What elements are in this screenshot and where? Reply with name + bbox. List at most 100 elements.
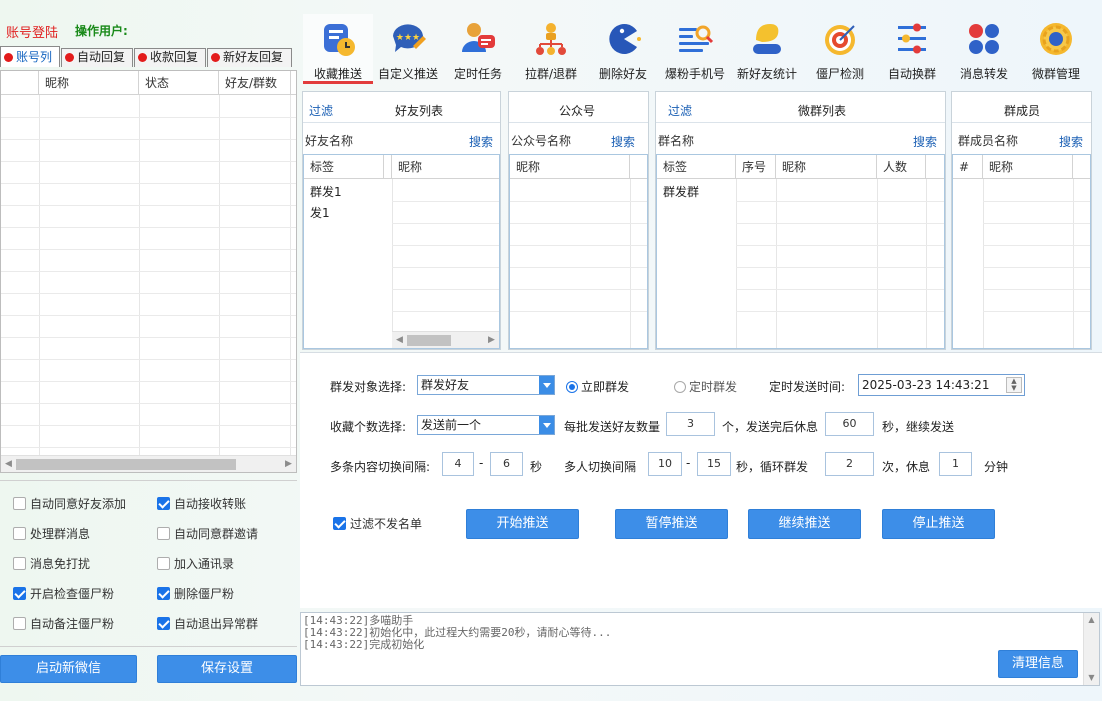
tab-payment-reply[interactable]: 收款回复: [134, 48, 206, 67]
groups-table[interactable]: 标签 序号 昵称 人数 群发群: [656, 154, 945, 349]
option-auto-receive-transfer[interactable]: 自动接收转账: [157, 497, 246, 511]
checkbox[interactable]: [157, 557, 170, 570]
checkbox[interactable]: [13, 497, 26, 510]
save-settings-button[interactable]: 保存设置: [157, 655, 297, 683]
friend-row-label[interactable]: 群发1: [310, 183, 342, 200]
chevron-down-icon[interactable]: [539, 416, 554, 434]
tool-scheduled-task[interactable]: 定时任务: [443, 14, 513, 84]
tool-auto-switch-group[interactable]: 自动换群: [877, 14, 947, 84]
table-row[interactable]: [1, 381, 296, 382]
friends-table[interactable]: 标签 昵称 群发1 发1 ◀ ▶: [303, 154, 500, 349]
table-row[interactable]: [1, 447, 296, 448]
column-header-tag[interactable]: 标签: [657, 155, 736, 179]
table-row[interactable]: [1, 293, 296, 294]
send-scheduled-radio[interactable]: 定时群发: [674, 378, 737, 395]
table-row[interactable]: [1, 183, 296, 184]
tool-group-pull[interactable]: 拉群/退群: [516, 14, 586, 84]
table-row[interactable]: [1, 271, 296, 272]
table-row[interactable]: [1, 249, 296, 250]
members-table[interactable]: # 昵称: [952, 154, 1091, 349]
group-row-label[interactable]: 群发群: [663, 183, 699, 200]
column-header-index[interactable]: 序号: [736, 155, 776, 179]
column-header-member-count[interactable]: 人数: [877, 155, 926, 179]
column-header-nickname[interactable]: 昵称: [39, 71, 139, 95]
groups-filter-link[interactable]: 过滤: [668, 102, 692, 119]
table-row[interactable]: [1, 337, 296, 338]
column-header-nickname[interactable]: 昵称: [392, 155, 499, 179]
friends-search-button[interactable]: 搜索: [469, 133, 493, 150]
table-row[interactable]: [1, 117, 296, 118]
log-panel[interactable]: [14:43:22]多喵助手 [14:43:22]初始化中，此过程大约需要20秒…: [300, 612, 1100, 686]
checkbox[interactable]: [157, 587, 170, 600]
scroll-up-icon[interactable]: ▲: [1084, 613, 1099, 627]
option-handle-group-msg[interactable]: 处理群消息: [13, 527, 90, 541]
send-now-radio[interactable]: 立即群发: [566, 378, 629, 395]
checkbox[interactable]: [13, 557, 26, 570]
column-header-status[interactable]: 状态: [139, 71, 219, 95]
tool-message-forward[interactable]: 消息转发: [949, 14, 1019, 84]
table-row[interactable]: [1, 139, 296, 140]
column-header-friend-group-count[interactable]: 好友/群数: [219, 71, 291, 95]
tool-custom-push[interactable]: ★★★ 自定义推送: [373, 14, 443, 84]
radio-button[interactable]: [566, 381, 578, 393]
batch-count-input[interactable]: 3: [666, 412, 715, 436]
start-new-wechat-button[interactable]: 启动新微信: [0, 655, 137, 683]
column-header-index[interactable]: #: [953, 155, 983, 179]
friends-filter-link[interactable]: 过滤: [309, 102, 333, 119]
chevron-down-icon[interactable]: [539, 376, 554, 394]
table-row[interactable]: [1, 227, 296, 228]
tool-phone-search[interactable]: 爆粉手机号: [660, 14, 730, 84]
login-label[interactable]: 账号登陆: [6, 22, 58, 41]
account-table[interactable]: 昵称 状态 好友/群数 ◀ ▶: [0, 70, 297, 473]
option-auto-accept-friend[interactable]: 自动同意好友添加: [13, 497, 126, 511]
stop-push-button[interactable]: 停止推送: [882, 509, 995, 539]
tool-new-friend-stats[interactable]: 新好友统计: [732, 14, 802, 84]
filter-blacklist-checkbox[interactable]: 过滤不发名单: [333, 517, 422, 531]
column-header-nickname[interactable]: 昵称: [510, 155, 630, 179]
option-check-zombie[interactable]: 开启检查僵尸粉: [13, 587, 114, 601]
target-select[interactable]: 群发好友: [417, 375, 555, 395]
table-row[interactable]: [1, 315, 296, 316]
scrollbar-thumb[interactable]: [16, 459, 236, 470]
horizontal-scrollbar[interactable]: ◀ ▶: [392, 331, 499, 348]
rest-seconds-input[interactable]: 60: [825, 412, 874, 436]
option-delete-zombie[interactable]: 删除僵尸粉: [157, 587, 234, 601]
radio-button[interactable]: [674, 381, 686, 393]
checkbox[interactable]: [157, 527, 170, 540]
tool-zombie-detect[interactable]: 僵尸检测: [805, 14, 875, 84]
table-row[interactable]: [1, 425, 296, 426]
scroll-left-icon[interactable]: ◀: [1, 456, 16, 472]
table-row[interactable]: [1, 205, 296, 206]
scroll-right-icon[interactable]: ▶: [281, 456, 296, 472]
official-table[interactable]: 昵称: [509, 154, 648, 349]
table-row[interactable]: [1, 359, 296, 360]
schedule-time-picker[interactable]: 2025-03-23 14:43:21 ▲ ▼: [858, 374, 1025, 396]
tab-new-friend-reply[interactable]: 新好友回复: [207, 48, 292, 67]
option-mute[interactable]: 消息免打扰: [13, 557, 90, 571]
vertical-scrollbar[interactable]: ▲ ▼: [1083, 613, 1099, 685]
spinner-icon[interactable]: ▲ ▼: [1006, 377, 1022, 393]
fav-count-select[interactable]: 发送前一个: [417, 415, 555, 435]
rest-minutes-input[interactable]: 1: [939, 452, 972, 476]
table-row[interactable]: [1, 161, 296, 162]
column-header-tag[interactable]: 标签: [304, 155, 384, 179]
tab-auto-reply[interactable]: 自动回复: [61, 48, 133, 67]
scroll-right-icon[interactable]: ▶: [484, 332, 499, 348]
multi-max-input[interactable]: 15: [697, 452, 731, 476]
checkbox[interactable]: [13, 527, 26, 540]
checkbox[interactable]: [157, 617, 170, 630]
members-search-button[interactable]: 搜索: [1059, 133, 1083, 150]
tool-delete-friend[interactable]: 删除好友: [588, 14, 658, 84]
switch-max-input[interactable]: 6: [490, 452, 523, 476]
option-remark-zombie[interactable]: 自动备注僵尸粉: [13, 617, 114, 631]
clear-log-button[interactable]: 清理信息: [998, 650, 1078, 678]
checkbox[interactable]: [157, 497, 170, 510]
column-header-nickname[interactable]: 昵称: [983, 155, 1073, 179]
option-auto-exit-abnormal-group[interactable]: 自动退出异常群: [157, 617, 258, 631]
resume-push-button[interactable]: 继续推送: [748, 509, 861, 539]
pause-push-button[interactable]: 暂停推送: [615, 509, 728, 539]
tab-account-list[interactable]: 账号列: [0, 46, 60, 67]
horizontal-scrollbar[interactable]: ◀ ▶: [1, 455, 296, 472]
column-header-nickname[interactable]: 昵称: [776, 155, 877, 179]
friend-row-label[interactable]: 发1: [310, 204, 330, 221]
